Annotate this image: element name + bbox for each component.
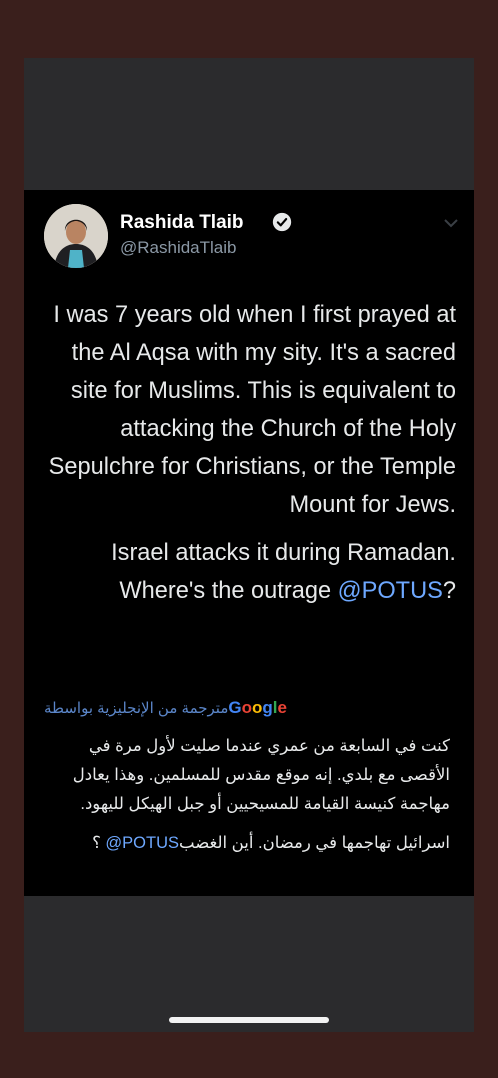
translated-text: كنت في السابعة من عمري عندما صليت لأول م… [42,732,450,868]
verified-badge-icon [272,212,292,232]
author-name[interactable]: Rashida Tlaib [120,212,244,234]
translation-mention-link[interactable]: @POTUS [105,834,179,852]
translation-paragraph-1: كنت في السابعة من عمري عندما صليت لأول م… [72,737,450,813]
chevron-down-icon[interactable] [442,216,460,230]
tweet-text: I was 7 years old when I first prayed at… [42,296,456,620]
translation-p2-suffix: ؟ [92,834,106,852]
home-indicator[interactable] [169,1017,329,1023]
translated-by-label[interactable]: مترجمة من الإنجليزية بواسطةGoogle [44,698,287,718]
translation-source-label: مترجمة من الإنجليزية بواسطة [44,700,229,717]
tweet-card[interactable]: Rashida Tlaib @RashidaTlaib I was 7 year… [24,190,474,896]
author-handle[interactable]: @RashidaTlaib [120,238,236,258]
avatar[interactable] [44,204,108,268]
translation-p2-text: اسرائيل تهاجمها في رمضان. أين الغضب [179,834,450,852]
tweet-paragraph-1: I was 7 years old when I first prayed at… [48,302,456,518]
google-logo: Google [228,698,287,717]
translation-paragraph-2: اسرائيل تهاجمها في رمضان. أين الغضب@POTU… [42,829,450,858]
tweet-p2-suffix: ? [442,578,456,604]
tweet-paragraph-2: Israel attacks it during Ramadan. Where'… [42,534,456,610]
mention-link[interactable]: @POTUS [338,578,443,604]
